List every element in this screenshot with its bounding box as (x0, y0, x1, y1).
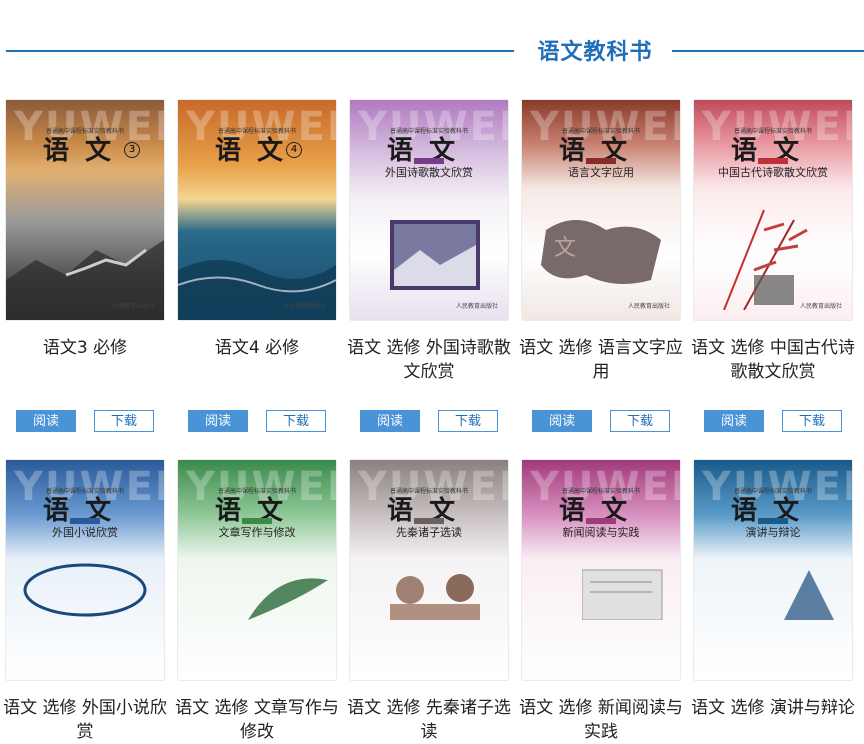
cover-art-newspaper (582, 569, 663, 620)
book-cover[interactable]: YUWEN 普通高中课程标准实验教科书 语文 文章写作与修改 (178, 460, 336, 680)
cover-art-calligraphy: 文 (541, 220, 661, 284)
svg-text:文: 文 (554, 236, 576, 261)
book-title[interactable]: 语文 选修 文章写作与修改 (172, 696, 342, 744)
book-title[interactable]: 语文3 必修 (0, 336, 170, 360)
volume-number: 3 (124, 142, 140, 158)
read-button[interactable]: 阅读 (188, 410, 248, 432)
book-title[interactable]: 语文 选修 新闻阅读与实践 (516, 696, 686, 744)
book-title[interactable]: 语文 选修 外国诗歌散文欣赏 (344, 336, 514, 384)
read-button[interactable]: 阅读 (16, 410, 76, 432)
section-header: 语文教科书 (0, 0, 864, 100)
download-button[interactable]: 下载 (266, 410, 326, 432)
section-title: 语文教科书 (537, 40, 653, 65)
book-cover[interactable]: YUWEN 普通高中课程标准实验教科书 语文 4 人民教育出版社 (178, 100, 336, 320)
cover-art-bamboo (723, 209, 808, 310)
download-button[interactable]: 下载 (610, 410, 670, 432)
book-cover[interactable]: YUWEN 普通高中课程标准实验教科书 语文 先秦诸子选读 (350, 460, 508, 680)
read-button[interactable]: 阅读 (704, 410, 764, 432)
book-cover[interactable]: YUWEN 普通高中课程标准实验教科书 语文 3 人民教育出版社 (6, 100, 164, 320)
book-title[interactable]: 语文 选修 演讲与辩论 (688, 696, 858, 720)
header-divider-right (672, 50, 864, 52)
book-title[interactable]: 语文4 必修 (172, 336, 342, 360)
cover-art-podium (784, 570, 834, 620)
book-title[interactable]: 语文 选修 外国小说欣赏 (0, 696, 170, 744)
cover-art-ornament (23, 563, 147, 617)
cover-art-landscape (390, 220, 480, 290)
download-button[interactable]: 下载 (94, 410, 154, 432)
cover-art-leaves (248, 578, 328, 620)
book-cover[interactable]: YUWEN 普通高中课程标准实验教科书 语文 中国古代诗歌散文欣赏 人民教育出版… (694, 100, 852, 320)
book-cover[interactable]: YUWEN 普通高中课程标准实验教科书 语文 外国小说欣赏 (6, 460, 164, 680)
download-button[interactable]: 下载 (782, 410, 842, 432)
volume-number: 4 (286, 142, 302, 158)
book-title[interactable]: 语文 选修 中国古代诗歌散文欣赏 (688, 336, 858, 384)
read-button[interactable]: 阅读 (532, 410, 592, 432)
cover-art-figures (390, 574, 480, 620)
book-cover[interactable]: YUWEN 普通高中课程标准实验教科书 语文 语言文字应用 文 人民教育出版社 (522, 100, 680, 320)
book-title[interactable]: 语文 选修 语言文字应用 (516, 336, 686, 384)
book-cover[interactable]: YUWEN 普通高中课程标准实验教科书 语文 新闻阅读与实践 (522, 460, 680, 680)
book-cover[interactable]: YUWEN 普通高中课程标准实验教科书 语文 外国诗歌散文欣赏 人民教育出版社 (350, 100, 508, 320)
read-button[interactable]: 阅读 (360, 410, 420, 432)
book-cover[interactable]: YUWEN 普通高中课程标准实验教科书 语文 演讲与辩论 (694, 460, 852, 680)
download-button[interactable]: 下载 (438, 410, 498, 432)
book-title[interactable]: 语文 选修 先秦诸子选读 (344, 696, 514, 744)
header-divider-left (6, 50, 514, 52)
